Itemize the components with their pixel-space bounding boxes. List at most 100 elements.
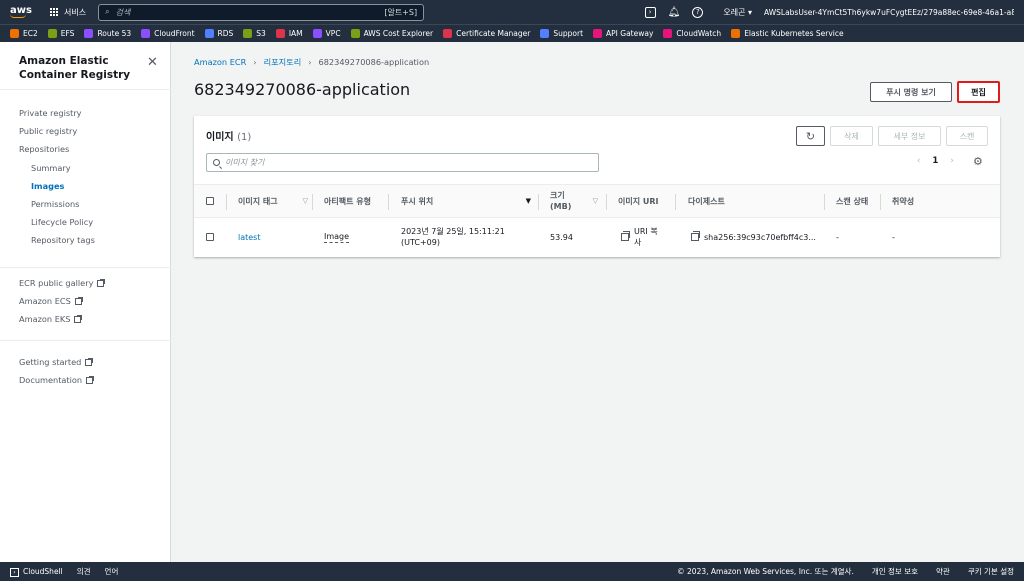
favorite-item[interactable]: API Gateway <box>593 29 653 38</box>
scan-button[interactable]: 스캔 <box>946 126 988 146</box>
favorite-label: Support <box>553 29 584 38</box>
refresh-button[interactable]: ↻ <box>796 126 825 146</box>
table-row: latest Image 2023년 7월 25일, 15:11:21 (UTC… <box>194 218 1000 256</box>
favorite-label: CloudWatch <box>676 29 722 38</box>
service-icon <box>84 29 94 38</box>
panel-title-text: 이미지 <box>206 132 234 143</box>
services-menu-button[interactable]: 서비스 <box>50 7 86 18</box>
terms-link[interactable]: 약관 <box>936 566 950 577</box>
select-all-checkbox[interactable] <box>206 185 214 217</box>
filter-placeholder: 이미지 찾기 <box>225 158 265 167</box>
footer: › CloudShell 의견 언어 © 2023, Amazon Web Ser… <box>0 562 1024 581</box>
favorite-item[interactable]: Elastic Kubernetes Service <box>731 29 844 38</box>
account-menu[interactable]: AWSLabsUser-4YmCt5Th6ykw7uFCygtEEz/279a8… <box>764 8 1014 17</box>
sidebar-item-permissions[interactable]: Permissions <box>0 195 95 213</box>
sidebar-item-amazon-eks[interactable]: Amazon EKS <box>0 310 104 328</box>
service-icon <box>275 29 285 38</box>
favorite-item[interactable]: CloudFront <box>141 29 195 38</box>
favorites-bar: EC2 EFS Route 53 CloudFront RDS S3 IAM VPC AWS C… <box>0 24 1024 42</box>
link-label: Documentation <box>19 375 83 386</box>
feedback-link[interactable]: 의견 <box>77 566 91 577</box>
favorite-item[interactable]: RDS <box>204 29 233 38</box>
gear-icon[interactable]: ⚙ <box>973 155 983 168</box>
pagination: ‹ 1 › <box>917 156 954 166</box>
sidebar-item-public-registry[interactable]: Public registry <box>0 122 95 140</box>
privacy-link[interactable]: 개인 정보 보호 <box>872 566 918 577</box>
link-label: Amazon EKS <box>19 314 71 325</box>
favorite-label: S3 <box>256 29 266 38</box>
help-icon[interactable]: ? <box>692 6 704 18</box>
column-header-tag[interactable]: 이미지 태그 ▽ <box>238 185 308 217</box>
column-header-artifact[interactable]: 아티팩트 유형 <box>324 185 384 217</box>
page-title: 682349270086-application <box>194 80 411 99</box>
chevron-right-icon: › <box>308 57 312 67</box>
edit-button[interactable]: 편집 <box>957 81 1000 103</box>
favorite-label: API Gateway <box>606 29 654 38</box>
search-icon <box>213 159 220 166</box>
service-icon <box>243 29 253 38</box>
copyright-text: © 2023, Amazon Web Services, Inc. 또는 계열사… <box>677 567 854 576</box>
sidebar-item-private-registry[interactable]: Private registry <box>0 104 95 122</box>
image-count: (1) <box>237 132 252 143</box>
favorite-item[interactable]: AWS Cost Explorer <box>350 29 433 38</box>
sidebar-item-amazon-ecs[interactable]: Amazon ECS <box>0 292 104 310</box>
favorite-label: Certificate Manager <box>456 29 531 38</box>
sidebar: Amazon Elastic Container Registry ✕ Priv… <box>0 42 171 562</box>
external-link-icon <box>85 357 94 366</box>
favorite-item[interactable]: IAM <box>275 29 303 38</box>
image-tag-link[interactable]: latest <box>238 218 261 256</box>
favorite-item[interactable]: VPC <box>312 29 341 38</box>
cloudshell-footer-button[interactable]: › CloudShell <box>10 567 63 577</box>
column-header-size[interactable]: 크기 (MB) ▽ <box>550 185 598 217</box>
artifact-type: Image <box>324 218 350 256</box>
favorite-label: Elastic Kubernetes Service <box>744 29 844 38</box>
sidebar-item-repositories[interactable]: Repositories <box>0 140 95 158</box>
header-label: 취약성 <box>892 196 915 206</box>
page-number[interactable]: 1 <box>932 156 938 166</box>
link-label: Amazon ECS <box>19 296 71 307</box>
link-label: ECR public gallery <box>19 278 94 289</box>
sidebar-item-documentation[interactable]: Documentation <box>0 371 95 389</box>
chevron-right-icon[interactable]: › <box>950 156 953 166</box>
breadcrumb-amazon-ecr[interactable]: Amazon ECR <box>194 57 246 67</box>
sidebar-item-images[interactable]: Images <box>0 177 95 195</box>
sort-icon: ▽ <box>302 196 308 205</box>
favorite-item[interactable]: S3 <box>243 29 266 38</box>
favorite-item[interactable]: EC2 <box>10 29 38 38</box>
copy-digest-button[interactable]: sha256:39c93c70efbff4c3... <box>691 218 816 256</box>
sidebar-item-lifecycle-policy[interactable]: Lifecycle Policy <box>0 213 95 231</box>
breadcrumb-repositories[interactable]: 리포지토리 <box>264 56 302 68</box>
sidebar-item-ecr-public-gallery[interactable]: ECR public gallery <box>0 274 106 292</box>
table-header: 이미지 태그 ▽ 아티팩트 유형 푸시 위치 ▼ 크기 (MB) ▽ 이미지 URI … <box>194 184 1000 218</box>
divider <box>0 89 171 90</box>
view-push-commands-button[interactable]: 푸시 명령 보기 <box>870 82 952 102</box>
digest-text: sha256:39c93c70efbff4c3... <box>704 232 816 242</box>
image-search-input[interactable]: 이미지 찾기 <box>206 153 599 172</box>
images-panel: 이미지 (1) ↻ 삭제 세부 정보 스캔 이미지 찾기 ‹ 1 › ⚙ 이미지… <box>194 116 1000 257</box>
aws-logo[interactable]: aws <box>10 5 38 18</box>
chevron-left-icon[interactable]: ‹ <box>917 156 920 166</box>
copy-uri-button[interactable]: URI 복사 <box>621 218 665 256</box>
delete-button[interactable]: 삭제 <box>830 126 873 146</box>
notifications-bell-icon[interactable]: 🔔︎ <box>668 7 681 18</box>
close-icon[interactable]: ✕ <box>147 55 158 70</box>
service-icon <box>443 29 453 38</box>
details-button[interactable]: 세부 정보 <box>878 126 941 146</box>
favorite-item[interactable]: CloudWatch <box>663 29 721 38</box>
favorite-item[interactable]: Route 53 <box>84 29 131 38</box>
favorite-item[interactable]: EFS <box>47 29 74 38</box>
language-link[interactable]: 언어 <box>105 566 119 577</box>
chevron-right-icon: › <box>253 57 257 67</box>
sidebar-item-repository-tags[interactable]: Repository tags <box>0 231 95 249</box>
region-selector[interactable]: 오레곤 ▾ <box>723 7 752 18</box>
cloudshell-icon[interactable]: › <box>644 6 656 18</box>
sidebar-item-getting-started[interactable]: Getting started <box>0 353 94 371</box>
column-header-pushed[interactable]: 푸시 위치 ▼ <box>401 185 531 217</box>
cookie-preferences-link[interactable]: 쿠키 기본 설정 <box>968 566 1014 577</box>
favorite-item[interactable]: Certificate Manager <box>443 29 530 38</box>
global-search-input[interactable]: ⌕ 검색 [알트+S] <box>98 3 425 21</box>
row-checkbox[interactable] <box>206 218 214 256</box>
favorite-item[interactable]: Support <box>540 29 583 38</box>
sidebar-item-summary[interactable]: Summary <box>0 159 95 177</box>
services-label: 서비스 <box>64 7 87 17</box>
